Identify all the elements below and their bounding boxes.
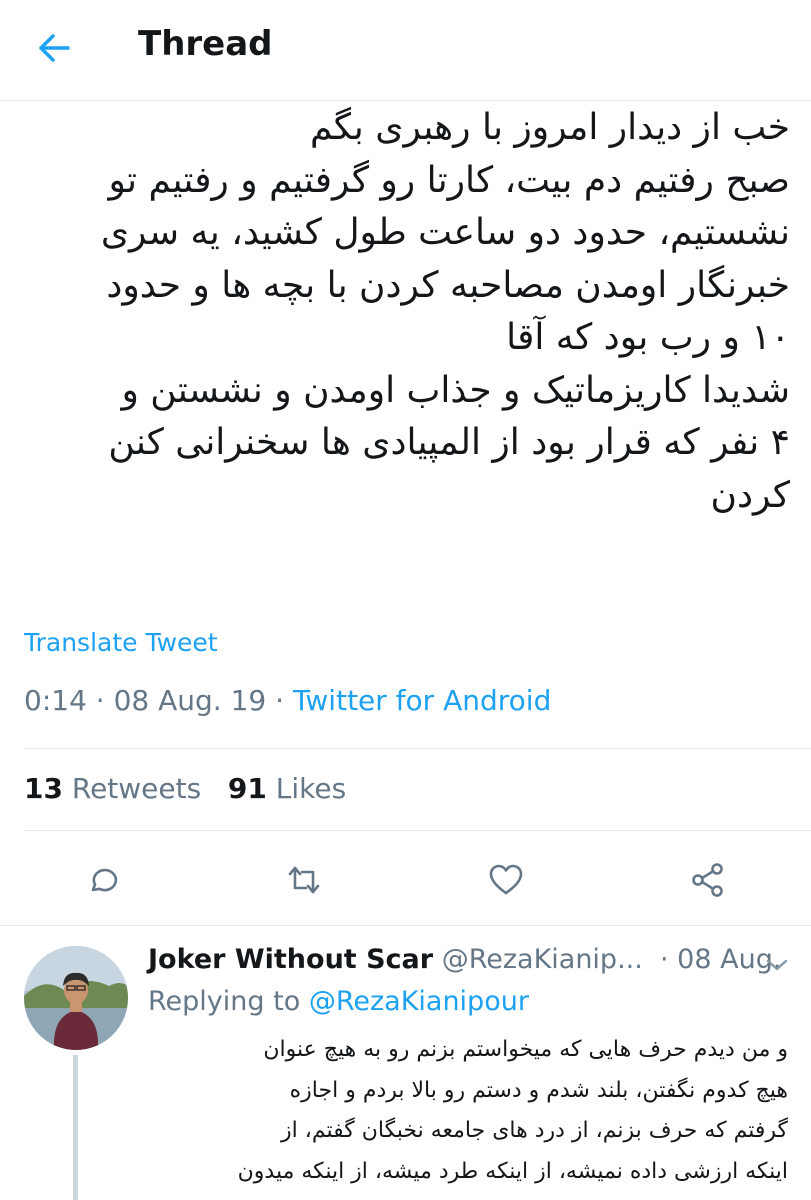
tweet-line: صبح رفتیم دم بیت، کارتا رو گرفتیم و رفتی… bbox=[108, 159, 790, 201]
top-bar: Thread bbox=[0, 0, 811, 101]
retweet-icon[interactable] bbox=[284, 860, 324, 900]
tweet-text: خب از دیدار امروز با رهبری بگم صبح رفتیم… bbox=[20, 102, 790, 522]
retweets-count: 13 bbox=[24, 772, 63, 805]
replying-to-handle[interactable]: @RezaKianipour bbox=[309, 986, 529, 1017]
meta-separator: · bbox=[651, 944, 678, 975]
avatar[interactable] bbox=[24, 946, 128, 1050]
retweets-stat[interactable]: 13 Retweets bbox=[24, 772, 201, 805]
reply-line: و من دیدم حرف هایی که میخواستم بزنم رو ب… bbox=[263, 1037, 788, 1062]
tweet-time: 0:14 bbox=[24, 684, 87, 717]
retweets-label: Retweets bbox=[71, 772, 202, 805]
divider bbox=[24, 830, 811, 831]
tweet-line: ۴ نفر که قرار بود از المپیادی ها سخنرانی… bbox=[108, 422, 790, 463]
page-title: Thread bbox=[138, 24, 273, 64]
tweet-meta: 0:14 · 08 Aug. 19 · Twitter for Android bbox=[24, 684, 551, 717]
thread-connector bbox=[73, 1055, 78, 1200]
replying-to: Replying to @RezaKianipour bbox=[148, 986, 529, 1017]
tweet-line: شدیدا کاریزماتیک و جذاب اومدن و نشستن و bbox=[121, 369, 790, 411]
tweet-line: خبرنگار اومدن مصاحبه کردن با بچه ها و حد… bbox=[106, 264, 790, 306]
reply-line: هیچ کدوم نگفتن، بلند شدم و دستم رو بالا … bbox=[289, 1077, 788, 1103]
reply-line: گرفتم که حرف بزنم، از درد های جامعه نخبگ… bbox=[281, 1118, 788, 1143]
likes-label: Likes bbox=[275, 772, 347, 805]
tweet-line: نشستیم، حدود دو ساعت طول کشید، یه سری bbox=[100, 212, 790, 253]
tweet-line: کردن bbox=[710, 474, 790, 516]
translate-tweet-link[interactable]: Translate Tweet bbox=[24, 628, 218, 657]
tweet-line: ۱۰ و رب بود که آقا bbox=[506, 317, 790, 358]
divider bbox=[24, 748, 811, 749]
likes-stat[interactable]: 91 Likes bbox=[228, 772, 346, 805]
reply-author-handle[interactable]: @RezaKianip... bbox=[442, 944, 643, 975]
replying-to-label: Replying to bbox=[148, 986, 301, 1017]
divider bbox=[0, 925, 811, 926]
share-icon[interactable] bbox=[688, 860, 728, 900]
reply-line: اینکه ارزشی داده نمیشه، از اینکه طرد میش… bbox=[237, 1158, 788, 1184]
tweet-date: 08 Aug. 19 bbox=[113, 684, 267, 717]
likes-count: 91 bbox=[227, 772, 267, 805]
tweet-stats: 13 Retweets 91 Likes bbox=[24, 772, 346, 805]
chevron-down-icon[interactable] bbox=[764, 956, 790, 974]
reply-icon[interactable] bbox=[82, 860, 122, 900]
tweet-source-link[interactable]: Twitter for Android bbox=[293, 684, 551, 717]
like-icon[interactable] bbox=[486, 860, 526, 900]
reply-author-name[interactable]: Joker Without Scar bbox=[148, 944, 433, 975]
reply-text: و من دیدم حرف هایی که میخواستم بزنم رو ب… bbox=[148, 1030, 788, 1192]
tweet-line: خب از دیدار امروز با رهبری بگم bbox=[309, 107, 790, 148]
meta-separator: · bbox=[86, 684, 114, 717]
back-arrow-icon[interactable] bbox=[36, 30, 72, 66]
reply-header: Joker Without Scar @RezaKianip... · 08 A… bbox=[148, 944, 781, 975]
meta-separator: · bbox=[266, 684, 293, 717]
